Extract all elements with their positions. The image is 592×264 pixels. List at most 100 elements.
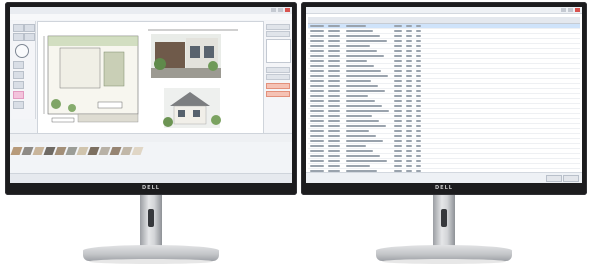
cad-menu-bar[interactable] <box>10 14 292 20</box>
table-cell <box>310 70 324 72</box>
table-window-title-bar <box>306 7 582 14</box>
table-cell <box>416 115 421 117</box>
table-cell <box>416 85 421 87</box>
table-cell <box>346 35 380 37</box>
tool-button[interactable] <box>13 101 24 109</box>
right-screen <box>306 7 582 183</box>
window-controls[interactable] <box>271 8 290 12</box>
table-cell <box>346 105 382 107</box>
table-cell <box>328 160 340 162</box>
left-monitor-logo: DELL <box>142 185 160 191</box>
table-cell <box>406 125 412 127</box>
table-cell <box>346 55 384 57</box>
table-cell <box>416 130 421 132</box>
close-icon[interactable] <box>285 8 290 12</box>
table-cell <box>406 80 412 82</box>
tool-button[interactable] <box>13 61 24 69</box>
table-cell <box>310 165 324 167</box>
table-cell <box>394 95 402 97</box>
table-cell <box>310 105 324 107</box>
panel-button[interactable] <box>266 74 290 80</box>
minimize-icon[interactable] <box>271 8 276 12</box>
table-cell <box>406 90 412 92</box>
table-cell <box>394 75 402 77</box>
window-controls[interactable] <box>561 8 580 12</box>
table-cell <box>416 45 421 47</box>
table-cell <box>328 110 340 112</box>
tool-button[interactable] <box>13 71 24 79</box>
tool-button[interactable] <box>13 81 24 89</box>
table-cell <box>394 60 402 62</box>
table-cell <box>416 35 421 37</box>
table-cell <box>328 140 340 142</box>
table-cell <box>346 75 388 77</box>
table-cell <box>406 140 412 142</box>
table-cell <box>416 125 421 127</box>
tool-button[interactable] <box>13 33 24 41</box>
table-cell <box>346 80 371 82</box>
table-cell <box>328 150 340 152</box>
table-cell <box>328 145 340 147</box>
table-cell <box>328 60 340 62</box>
table-cell <box>406 115 412 117</box>
table-cell <box>346 50 377 52</box>
cad-tool-palette <box>11 21 36 119</box>
compass-icon[interactable] <box>15 44 29 58</box>
table-cell <box>328 35 340 37</box>
panel-button[interactable] <box>266 31 290 37</box>
table-cell <box>406 55 412 57</box>
table-cell <box>346 135 376 137</box>
table-cell <box>394 90 402 92</box>
panel-button[interactable] <box>266 67 290 73</box>
panel-button-accent[interactable] <box>266 83 290 89</box>
material-swatch[interactable] <box>131 147 144 155</box>
table-cell <box>416 110 421 112</box>
table-cell <box>406 110 412 112</box>
table-cell <box>394 80 402 82</box>
table-cell <box>328 95 340 97</box>
table-cell <box>394 70 402 72</box>
footer-button[interactable] <box>546 175 562 182</box>
panel-button-accent[interactable] <box>266 91 290 97</box>
table-cell <box>416 165 421 167</box>
cad-canvas[interactable] <box>37 21 264 134</box>
table-cell <box>406 100 412 102</box>
table-cell <box>328 165 340 167</box>
table-header[interactable] <box>308 17 580 24</box>
tool-button-highlight[interactable] <box>13 91 24 99</box>
table-footer <box>306 172 582 183</box>
tool-button[interactable] <box>24 33 35 41</box>
table-cell <box>394 100 402 102</box>
maximize-icon[interactable] <box>278 8 283 12</box>
table-cell <box>394 50 402 52</box>
table-cell <box>406 120 412 122</box>
footer-button[interactable] <box>563 175 579 182</box>
table-cell <box>394 45 402 47</box>
table-cell <box>394 65 402 67</box>
table-cell <box>406 60 412 62</box>
maximize-icon[interactable] <box>568 8 573 12</box>
panel-button[interactable] <box>266 24 290 30</box>
table-cell <box>328 80 340 82</box>
tool-button[interactable] <box>24 24 35 32</box>
table-cell <box>310 50 324 52</box>
table-cell <box>394 160 402 162</box>
cad-bottom-tabs[interactable] <box>10 133 292 142</box>
table-cell <box>394 135 402 137</box>
table-cell <box>346 100 375 102</box>
tool-button[interactable] <box>13 24 24 32</box>
table-cell <box>310 130 324 132</box>
table-cell <box>310 75 324 77</box>
table-cell <box>310 55 324 57</box>
cad-status-bar <box>10 173 292 183</box>
table-cell <box>406 150 412 152</box>
table-cell <box>328 85 340 87</box>
table-cell <box>416 55 421 57</box>
table-cell <box>328 30 340 32</box>
table-cell <box>310 110 324 112</box>
table-cell <box>394 115 402 117</box>
table-cell <box>406 75 412 77</box>
close-icon[interactable] <box>575 8 580 12</box>
table-cell <box>328 125 340 127</box>
minimize-icon[interactable] <box>561 8 566 12</box>
